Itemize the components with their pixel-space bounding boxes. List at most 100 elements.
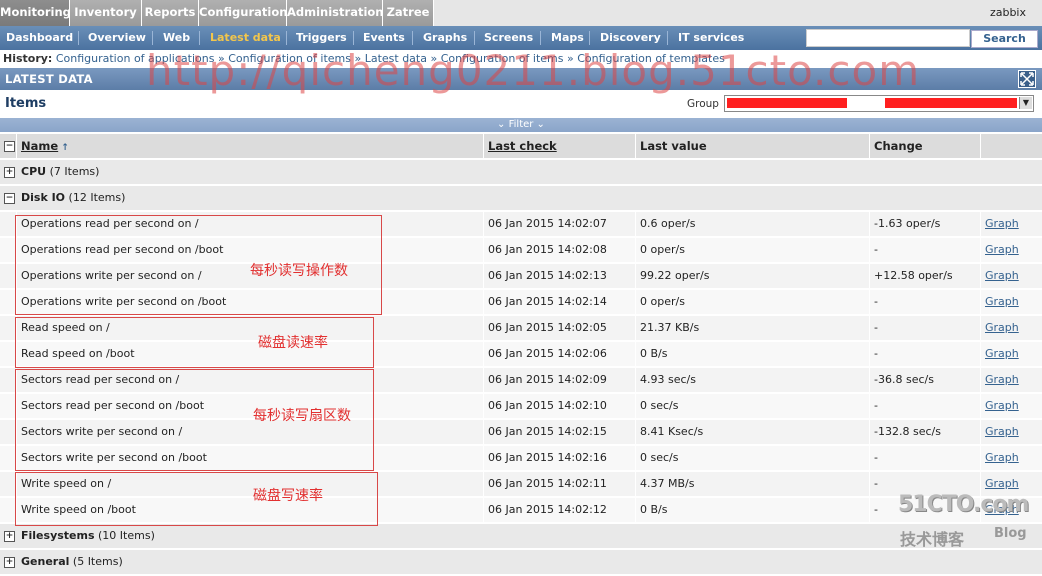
graph-link[interactable]: Graph [981, 446, 1042, 470]
group-row-disk-io[interactable]: − Disk IO (12 Items) [0, 186, 1042, 212]
group-name: General [21, 555, 70, 568]
item-last-value: 0 oper/s [636, 290, 869, 314]
annotation-box-write-speed [15, 472, 378, 526]
sort-asc-icon: ↑ [58, 143, 69, 153]
item-last-check: 06 Jan 2015 14:02:15 [484, 420, 635, 444]
top-menu-administration[interactable]: Administration [287, 0, 384, 26]
history-label: History: [3, 52, 53, 65]
item-change: - [870, 342, 980, 366]
item-change: - [870, 394, 980, 418]
column-change: Change [870, 134, 980, 158]
filter-toggle[interactable]: ⌄ Filter ⌄ [0, 118, 1042, 132]
row-spacer [0, 420, 16, 444]
graph-link[interactable]: Graph [981, 394, 1042, 418]
filter-label: Filter [508, 119, 534, 130]
graph-link[interactable]: Graph [981, 420, 1042, 444]
logo-blog: Blog [994, 526, 1027, 541]
page-title: LATEST DATA [5, 72, 93, 86]
collapse-icon[interactable]: − [4, 193, 15, 204]
item-last-value: 99.22 oper/s [636, 264, 869, 288]
item-change: - [870, 290, 980, 314]
top-menu-bar: Monitoring Inventory Reports Configurati… [0, 0, 1042, 26]
graph-link[interactable]: Graph [981, 212, 1042, 236]
item-change: - [870, 316, 980, 340]
logo-brand: 51CTO.com [898, 492, 1029, 517]
row-spacer [0, 394, 16, 418]
table-header: − Name ↑ Last check Last value Change [0, 134, 1042, 160]
top-menu-zatree[interactable]: Zatree [383, 0, 434, 26]
top-menu-configuration[interactable]: Configuration [199, 0, 287, 26]
row-spacer [0, 446, 16, 470]
group-name: Filesystems [21, 529, 95, 542]
top-menu-inventory[interactable]: Inventory [70, 0, 142, 26]
expand-icon[interactable]: + [4, 167, 15, 178]
item-last-check: 06 Jan 2015 14:02:13 [484, 264, 635, 288]
group-row-filesystems[interactable]: + Filesystems (10 Items) [0, 524, 1042, 550]
collapse-all-icon[interactable]: − [4, 141, 15, 152]
item-last-value: 0 B/s [636, 498, 869, 522]
item-last-value: 21.37 KB/s [636, 316, 869, 340]
annotation-operations: 每秒读写操作数 [250, 263, 348, 279]
item-change: -132.8 sec/s [870, 420, 980, 444]
group-name: CPU [21, 165, 47, 178]
item-last-check: 06 Jan 2015 14:02:12 [484, 498, 635, 522]
item-last-check: 06 Jan 2015 14:02:08 [484, 238, 635, 262]
item-change: - [870, 446, 980, 470]
column-last-value: Last value [636, 134, 869, 158]
watermark: http://qicheng0211.blog.51cto.com [146, 46, 921, 95]
item-last-value: 8.41 Ksec/s [636, 420, 869, 444]
item-last-value: 0 B/s [636, 342, 869, 366]
fullscreen-icon[interactable] [1018, 70, 1036, 88]
item-last-value: 0 oper/s [636, 238, 869, 262]
group-select[interactable]: ▼ [724, 95, 1034, 112]
item-last-value: 4.37 MB/s [636, 472, 869, 496]
group-row-cpu[interactable]: + CPU (7 Items) [0, 160, 1042, 186]
row-spacer [0, 290, 16, 314]
search-input[interactable] [806, 29, 970, 47]
graph-link[interactable]: Graph [981, 342, 1042, 366]
expand-icon[interactable]: + [4, 531, 15, 542]
item-last-check: 06 Jan 2015 14:02:09 [484, 368, 635, 392]
graph-link[interactable]: Graph [981, 238, 1042, 262]
row-spacer [0, 368, 16, 392]
row-spacer [0, 498, 16, 522]
column-last-check[interactable]: Last check [484, 134, 635, 158]
column-graph [981, 134, 1042, 158]
column-name[interactable]: Name ↑ [17, 134, 483, 158]
items-title: Items [5, 96, 47, 111]
annotation-read-speed: 磁盘读速率 [258, 335, 328, 351]
group-name: Disk IO [21, 191, 66, 204]
item-last-value: 4.93 sec/s [636, 368, 869, 392]
item-last-value: 0.6 oper/s [636, 212, 869, 236]
graph-link[interactable]: Graph [981, 264, 1042, 288]
item-last-check: 06 Jan 2015 14:02:07 [484, 212, 635, 236]
item-last-check: 06 Jan 2015 14:02:10 [484, 394, 635, 418]
group-count: (7 Items) [49, 165, 100, 178]
chevron-down-icon: ⌄ [533, 119, 545, 130]
search-button[interactable]: Search [971, 30, 1038, 48]
graph-link[interactable]: Graph [981, 290, 1042, 314]
graph-link[interactable]: Graph [981, 368, 1042, 392]
top-menu-monitoring[interactable]: Monitoring [0, 0, 71, 26]
expand-icon[interactable]: + [4, 557, 15, 568]
row-spacer [0, 472, 16, 496]
sub-menu-dashboard[interactable]: Dashboard [6, 26, 73, 50]
sub-menu-overview[interactable]: Overview [88, 26, 146, 50]
row-spacer [0, 238, 16, 262]
item-last-value: 0 sec/s [636, 394, 869, 418]
group-count: (12 Items) [68, 191, 126, 204]
group-label: Group [687, 98, 719, 110]
graph-link[interactable]: Graph [981, 316, 1042, 340]
item-last-check: 06 Jan 2015 14:02:06 [484, 342, 635, 366]
row-spacer [0, 212, 16, 236]
chevron-down-icon: ▼ [1019, 97, 1032, 109]
row-spacer [0, 264, 16, 288]
item-last-check: 06 Jan 2015 14:02:16 [484, 446, 635, 470]
current-user: zabbix [989, 6, 1026, 19]
group-row-general[interactable]: + General (5 Items) [0, 550, 1042, 576]
item-change: -1.63 oper/s [870, 212, 980, 236]
item-change: +12.58 oper/s [870, 264, 980, 288]
item-last-check: 06 Jan 2015 14:02:05 [484, 316, 635, 340]
chevron-down-icon: ⌄ [497, 119, 509, 130]
top-menu-reports[interactable]: Reports [142, 0, 199, 26]
